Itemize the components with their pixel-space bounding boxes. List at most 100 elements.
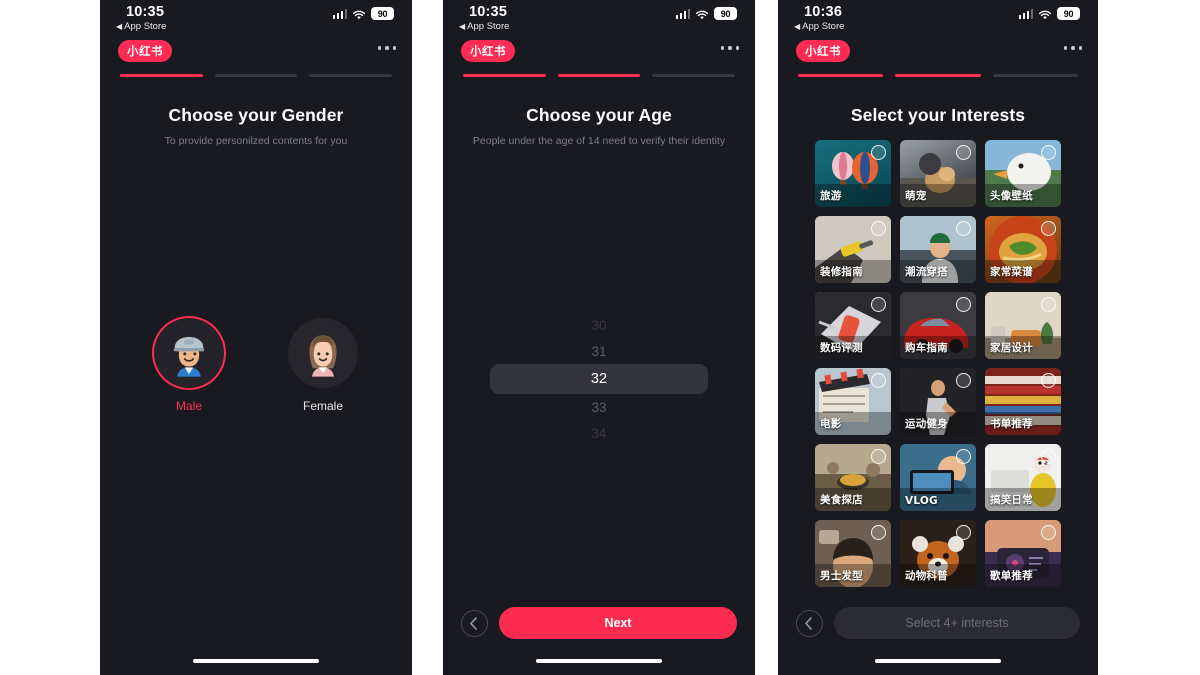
app-header: 小红书 [778,34,1098,70]
age-option[interactable]: 31 [490,338,708,364]
right-margin [1098,0,1200,675]
interest-checkbox[interactable] [956,297,971,312]
back-app-label: App Store [124,21,167,32]
progress-segment-1 [798,74,884,77]
interest-checkbox[interactable] [1041,145,1056,160]
interest-checkbox[interactable] [956,373,971,388]
interest-checkbox[interactable] [956,449,971,464]
interest-tile[interactable]: 男士发型 [815,520,891,587]
back-button[interactable] [461,609,488,637]
interest-tile[interactable]: 数码评测 [815,292,891,359]
interest-tile[interactable]: VLOG [900,444,976,511]
select-interests-button[interactable]: Select 4+ interests [834,607,1080,639]
interest-label: 数码评测 [820,342,863,354]
age-option[interactable]: 30 [490,312,708,338]
status-bar: 10:35 ◀ App Store 90 [100,0,412,34]
cellular-signal-icon [675,8,690,19]
interest-tile[interactable]: 头像壁纸 [985,140,1061,207]
progress-segment-2 [214,74,298,77]
battery-badge: 90 [1057,7,1080,20]
gender-option-male[interactable]: Male [143,318,235,413]
age-option[interactable]: 34 [490,420,708,446]
page-title: Choose your Age [526,105,672,125]
onboarding-progress [778,70,1098,77]
next-button[interactable]: Next [499,607,737,639]
interest-tile[interactable]: 潮流穿搭 [900,216,976,283]
interest-checkbox[interactable] [871,525,886,540]
bottom-action-bar: Next [443,607,755,639]
interest-tile[interactable]: 动物科普 [900,520,976,587]
interest-label: 萌宠 [905,190,927,202]
status-back-to-app[interactable]: ◀ App Store [459,21,509,32]
phone-gap-1 [412,0,443,675]
status-clock: 10:36 [804,4,843,20]
interest-tile[interactable]: 旅游 [815,140,891,207]
interest-tile[interactable]: 电影 [815,368,891,435]
progress-segment-3 [652,74,736,77]
interest-tile[interactable]: 萌宠 [900,140,976,207]
status-back-to-app[interactable]: ◀ App Store [116,21,166,32]
back-button[interactable] [796,609,823,637]
app-logo[interactable]: 小红书 [796,40,850,62]
gender-options: Male Female [100,318,412,413]
age-option[interactable]: 33 [490,394,708,420]
page-subtitle: To provide personilzed contents for you [164,135,348,147]
more-options-icon[interactable] [377,46,396,50]
interest-tile[interactable]: 美食探店 [815,444,891,511]
interest-checkbox[interactable] [956,221,971,236]
battery-badge: 90 [714,7,737,20]
interest-checkbox[interactable] [871,221,886,236]
status-system-icons: 90 [675,7,737,20]
back-triangle-icon: ◀ [459,21,466,31]
interest-label: 美食探店 [820,494,863,506]
interest-tile[interactable]: 歌单推荐 [985,520,1061,587]
phone-gap-2 [755,0,778,675]
progress-segment-1 [463,74,546,77]
interest-tile[interactable]: 书单推荐 [985,368,1061,435]
cellular-signal-icon [1018,8,1033,19]
interest-tile[interactable]: 购车指南 [900,292,976,359]
app-header: 小红书 [100,34,412,70]
interest-checkbox[interactable] [1041,373,1056,388]
interest-checkbox[interactable] [956,145,971,160]
more-options-icon[interactable] [1063,46,1082,50]
male-label: Male [175,399,202,413]
interest-label: 旅游 [820,190,842,202]
interest-tile[interactable]: 搞笑日常 [985,444,1061,511]
interest-label: 男士发型 [820,570,863,582]
interest-checkbox[interactable] [871,297,886,312]
interest-checkbox[interactable] [1041,297,1056,312]
phone-screen-gender: 10:35 ◀ App Store 90 小红书 Choose your Gen… [100,0,412,675]
interest-grid: 旅游 萌宠 头像壁纸 装修指南 潮流穿搭 家常菜谱 数码评测 购车指南 家居设计… [778,140,1098,587]
age-picker[interactable]: 30 31 32 33 34 [443,312,755,446]
male-avatar [154,318,224,388]
page-subtitle: People under the age of 14 need to verif… [472,135,726,147]
age-option-selected[interactable]: 32 [490,364,708,394]
app-logo[interactable]: 小红书 [461,40,515,62]
interest-tile[interactable]: 家居设计 [985,292,1061,359]
interest-checkbox[interactable] [871,373,886,388]
battery-badge: 90 [371,7,394,20]
wifi-icon [695,8,709,20]
interest-checkbox[interactable] [1041,525,1056,540]
interest-tile[interactable]: 家常菜谱 [985,216,1061,283]
screenshot-stage: 10:35 ◀ App Store 90 小红书 Choose your Gen… [0,0,1200,675]
back-app-label: App Store [802,21,845,32]
interest-checkbox[interactable] [871,449,886,464]
page-title: Choose your Gender [168,105,344,125]
status-system-icons: 90 [332,7,394,20]
more-options-icon[interactable] [720,46,739,50]
app-logo[interactable]: 小红书 [118,40,172,62]
male-avatar-icon [173,336,205,377]
interest-checkbox[interactable] [871,145,886,160]
interest-tile[interactable]: 运动健身 [900,368,976,435]
phone-screen-interests: 10:36 ◀ App Store 90 小红书 Select your Int… [778,0,1098,675]
gender-option-female[interactable]: Female [277,318,369,413]
chevron-left-icon [805,616,812,630]
interest-label: 潮流穿搭 [905,266,948,278]
interest-checkbox[interactable] [1041,449,1056,464]
status-back-to-app[interactable]: ◀ App Store [794,21,844,32]
interest-tile[interactable]: 装修指南 [815,216,891,283]
interest-checkbox[interactable] [956,525,971,540]
interest-checkbox[interactable] [1041,221,1056,236]
